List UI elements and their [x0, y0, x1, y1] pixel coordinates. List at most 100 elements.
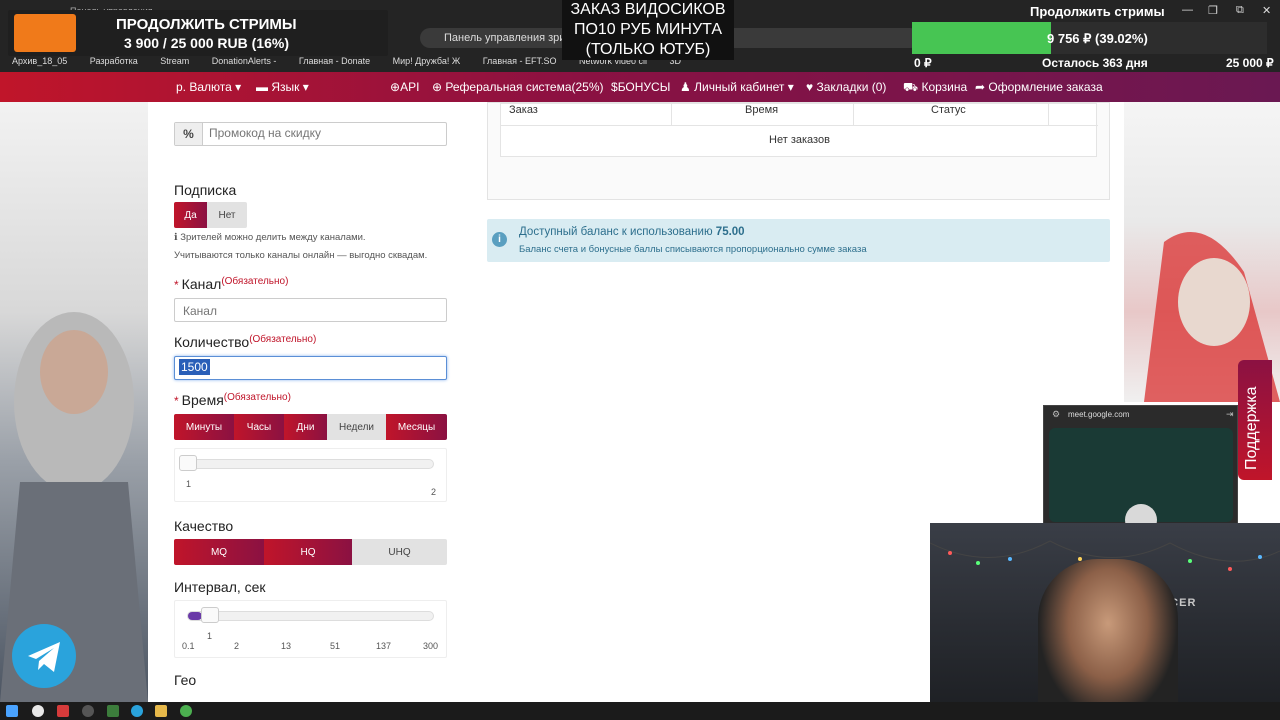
- col-divider: [853, 104, 854, 126]
- chrome-icon[interactable]: [180, 705, 192, 717]
- quality-uhq-button[interactable]: UHQ: [352, 539, 447, 565]
- nav-referral[interactable]: ⊕ Реферальная система(25%): [432, 80, 604, 94]
- quality-hq-button[interactable]: HQ: [264, 539, 352, 565]
- exit-icon[interactable]: ⇥: [1226, 409, 1234, 420]
- nav-checkout[interactable]: ➦ Оформление заказа: [975, 80, 1103, 94]
- orders-table: Заказ Время Статус Нет заказов: [500, 103, 1098, 157]
- channel-input[interactable]: [183, 304, 438, 318]
- currency-menu[interactable]: р. Валюта ▾: [176, 80, 241, 94]
- donation-goal-overlay: ПРОДОЛЖИТЬ СТРИМЫ 3 900 / 25 000 RUB (16…: [8, 10, 388, 56]
- interval-slider-track[interactable]: [187, 611, 434, 621]
- settings-icon[interactable]: ⚙: [1052, 409, 1060, 420]
- app-icon[interactable]: [107, 705, 119, 717]
- orders-panel: Заказ Время Статус Нет заказов: [487, 102, 1110, 200]
- promo-field: %: [174, 122, 447, 146]
- quantity-field: 1500: [174, 356, 447, 380]
- dollar-icon: $: [611, 80, 618, 94]
- language-label: Язык: [271, 80, 300, 94]
- user-icon: ♟: [680, 80, 691, 94]
- bookmark-item[interactable]: Мир! Дружба! Ж: [381, 52, 469, 66]
- interval-tick-label: 300: [423, 641, 439, 651]
- time-slider-handle[interactable]: [179, 455, 197, 471]
- nav-checkout-label: Оформление заказа: [988, 80, 1103, 94]
- quantity-input[interactable]: 1500: [179, 359, 210, 375]
- time-months-button[interactable]: Месяцы: [386, 414, 447, 440]
- time-slider-value: 1: [186, 479, 192, 489]
- quality-mq-button[interactable]: MQ: [174, 539, 264, 565]
- right-goal-title: Продолжить стримы: [1030, 4, 1165, 19]
- streamer-figure: [1038, 559, 1178, 720]
- support-tab[interactable]: Поддержка: [1238, 360, 1272, 480]
- webcam-overlay: DXRACER: [930, 523, 1280, 720]
- nav-cabinet-label: Личный кабинет: [694, 80, 785, 94]
- heart-icon: ♥: [806, 80, 814, 94]
- col-divider: [1048, 104, 1049, 126]
- nav-cart[interactable]: ⛟ Корзина: [903, 80, 967, 96]
- order-form: % Подписка Да Нет ℹ Зрителей можно делит…: [160, 102, 460, 702]
- quantity-label: Количество(Обязательно): [174, 334, 316, 350]
- balance-alert: i Доступный баланс к использованию 75.00…: [487, 219, 1110, 262]
- subscription-yes-button[interactable]: Да: [174, 202, 207, 228]
- interval-tick-label: 13: [281, 641, 292, 651]
- time-days-button[interactable]: Дни: [284, 414, 327, 440]
- telegram-icon: [28, 642, 60, 672]
- subscription-hint: ℹ Зрителей можно делить между каналами.: [174, 232, 366, 243]
- required-star: *: [174, 278, 179, 292]
- col-divider: [671, 104, 672, 126]
- orders-col-order: Заказ: [509, 104, 538, 116]
- info-icon: ℹ: [174, 232, 178, 243]
- telegram-button[interactable]: [12, 624, 76, 688]
- telegram-taskbar-icon[interactable]: [131, 705, 143, 717]
- time-slider-track[interactable]: [187, 459, 434, 469]
- nav-referral-label: Реферальная система(25%): [445, 80, 604, 94]
- meet-popup: ⚙ meet.google.com ⇥: [1043, 405, 1238, 536]
- yandex-icon[interactable]: [32, 705, 44, 717]
- right-goal-progress-text: 9 756 ₽ (39.02%): [1047, 31, 1148, 46]
- subscription-label: Подписка: [174, 182, 237, 198]
- support-label: Поддержка: [1243, 386, 1260, 470]
- folder-icon[interactable]: [155, 705, 167, 717]
- right-goal-end: 25 000 ₽: [1226, 56, 1274, 70]
- goal-amount: 3 900 / 25 000 RUB (16%): [124, 35, 289, 51]
- app-icon[interactable]: [57, 705, 69, 717]
- interval-tick-label: 2: [234, 641, 240, 651]
- quality-label: Качество: [174, 518, 234, 534]
- no-orders-text: Нет заказов: [769, 134, 830, 146]
- nav-api-label: API: [400, 80, 420, 94]
- order-banner-line: ЗАКАЗ ВИДОСИКОВ: [570, 1, 726, 18]
- nav-cabinet[interactable]: ♟ Личный кабинет ▾: [680, 80, 794, 94]
- maximize-icon[interactable]: ⧉: [1236, 4, 1244, 17]
- time-label: * Время(Обязательно): [174, 392, 291, 408]
- time-minutes-button[interactable]: Минуты: [174, 414, 234, 440]
- time-hours-button[interactable]: Часы: [234, 414, 284, 440]
- right-goal-progress: 9 756 ₽ (39.02%): [912, 22, 1267, 54]
- interval-slider-handle[interactable]: [201, 607, 219, 623]
- quality-group: MQ HQ UHQ: [174, 539, 447, 565]
- required-note: (Обязательно): [249, 334, 317, 345]
- language-menu[interactable]: ▬ Язык ▾: [256, 80, 309, 94]
- channel-field: [174, 298, 447, 322]
- background-art-left: [0, 102, 148, 702]
- nav-api[interactable]: ⊕API: [390, 80, 419, 94]
- subscription-no-button[interactable]: Нет: [207, 202, 247, 228]
- required-note: (Обязательно): [221, 276, 289, 287]
- interval-slider-value: 1: [207, 631, 213, 641]
- percent-icon: %: [175, 123, 203, 145]
- right-goal-start: 0 ₽: [914, 56, 932, 70]
- nav-cart-label: Корзина: [921, 80, 968, 94]
- app-icon[interactable]: [82, 705, 94, 717]
- balance-main-text: Доступный баланс к использованию 75.00: [519, 226, 745, 238]
- nav-bonus[interactable]: $БОНУСЫ: [611, 80, 670, 94]
- promo-input[interactable]: [209, 126, 439, 140]
- character-art: [0, 312, 148, 702]
- nav-bookmarks[interactable]: ♥ Закладки (0): [806, 80, 886, 94]
- restore-icon[interactable]: ❐: [1208, 4, 1218, 17]
- time-weeks-button[interactable]: Недели: [327, 414, 386, 440]
- balance-sub-text: Баланс счета и бонусные баллы списываютс…: [519, 244, 867, 255]
- start-icon[interactable]: [6, 705, 18, 717]
- right-goal-progress-fill: [912, 22, 1051, 54]
- close-icon[interactable]: ✕: [1262, 4, 1271, 17]
- minimize-icon[interactable]: —: [1182, 4, 1193, 16]
- bookmark-item[interactable]: Главная - EFT.SO: [471, 52, 565, 66]
- subscription-hint-2: Учитываются только каналы онлайн — выгод…: [174, 250, 428, 261]
